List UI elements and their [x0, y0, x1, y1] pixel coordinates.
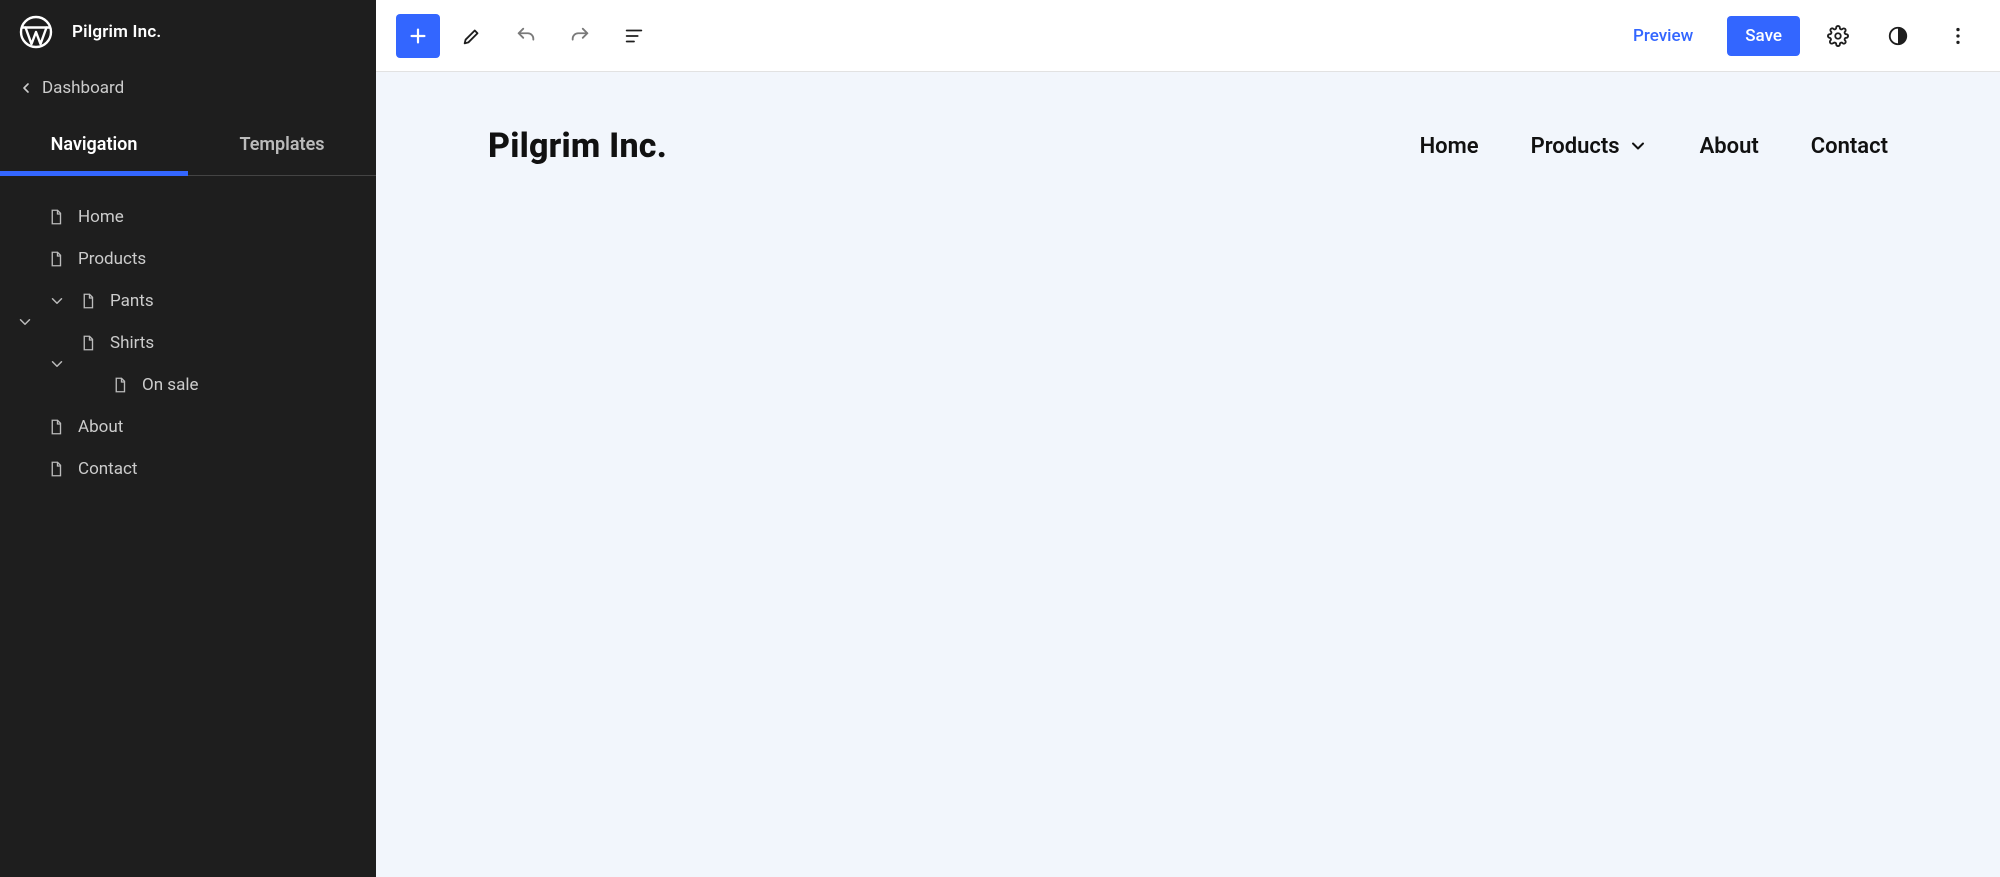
settings-button[interactable] — [1816, 14, 1860, 58]
navlink-about[interactable]: About — [1700, 134, 1759, 159]
save-button[interactable]: Save — [1727, 16, 1800, 56]
toolbar-left — [396, 14, 656, 58]
app-sidebar: Pilgrim Inc. Dashboard Navigation Templa… — [0, 0, 376, 877]
redo-icon — [569, 25, 591, 47]
preview-button[interactable]: Preview — [1615, 16, 1711, 56]
save-label: Save — [1745, 26, 1782, 46]
page-icon — [46, 250, 66, 268]
chevron-down-icon[interactable] — [40, 292, 74, 310]
editor-canvas[interactable]: Pilgrim Inc. Home Products About Contact — [376, 72, 2000, 877]
tab-templates-label: Templates — [239, 134, 324, 155]
back-to-dashboard[interactable]: Dashboard — [0, 64, 376, 112]
nav-item-contact[interactable]: Contact — [8, 448, 368, 490]
navlink-label: Home — [1420, 134, 1479, 159]
site-title[interactable]: Pilgrim Inc. — [488, 126, 667, 166]
sidebar-header: Pilgrim Inc. — [0, 0, 376, 64]
editor-toolbar: Preview Save — [376, 0, 2000, 72]
list-view-button[interactable] — [612, 14, 656, 58]
tab-templates[interactable]: Templates — [188, 112, 376, 175]
page-icon — [78, 334, 98, 352]
page-icon — [78, 292, 98, 310]
add-block-button[interactable] — [396, 14, 440, 58]
navlink-label: Contact — [1811, 134, 1888, 159]
nav-item-label: Products — [78, 249, 146, 269]
chevron-down-icon — [1628, 136, 1648, 156]
gear-icon — [1827, 25, 1849, 47]
navlink-contact[interactable]: Contact — [1811, 134, 1888, 159]
half-circle-icon — [1887, 25, 1909, 47]
plus-icon — [407, 25, 429, 47]
nav-item-products[interactable]: Products — [8, 238, 368, 280]
wordpress-logo-icon[interactable] — [18, 14, 54, 50]
nav-item-label: Shirts — [110, 333, 154, 353]
nav-item-label: About — [78, 417, 123, 437]
page-icon — [110, 376, 130, 394]
pencil-icon — [461, 25, 483, 47]
tab-navigation[interactable]: Navigation — [0, 112, 188, 175]
back-label: Dashboard — [42, 78, 124, 98]
nav-item-label: Pants — [110, 291, 154, 311]
page-icon — [46, 418, 66, 436]
chevron-left-icon — [18, 80, 34, 96]
more-options-button[interactable] — [1936, 14, 1980, 58]
nav-item-label: Contact — [78, 459, 137, 479]
navlink-label: Products — [1531, 134, 1620, 159]
site-header-block[interactable]: Pilgrim Inc. Home Products About Contact — [488, 126, 1888, 166]
nav-item-label: On sale — [142, 375, 198, 395]
editor-main: Preview Save Pilgrim Inc. Home — [376, 0, 2000, 877]
redo-button[interactable] — [558, 14, 602, 58]
navlink-home[interactable]: Home — [1420, 134, 1479, 159]
navigation-tree: Home Products — [0, 176, 376, 877]
undo-icon — [515, 25, 537, 47]
undo-button[interactable] — [504, 14, 548, 58]
site-navigation-block[interactable]: Home Products About Contact — [1420, 134, 1888, 159]
page-icon — [46, 208, 66, 226]
nav-item-on-sale[interactable]: On sale — [8, 364, 368, 406]
tab-navigation-label: Navigation — [51, 134, 138, 155]
nav-item-home[interactable]: Home — [8, 196, 368, 238]
tools-button[interactable] — [450, 14, 494, 58]
more-vertical-icon — [1947, 25, 1969, 47]
styles-button[interactable] — [1876, 14, 1920, 58]
list-view-icon — [623, 25, 645, 47]
preview-label: Preview — [1633, 26, 1693, 46]
sidebar-tabs: Navigation Templates — [0, 112, 376, 176]
navlink-products[interactable]: Products — [1531, 134, 1648, 159]
nav-item-label: Home — [78, 207, 124, 227]
page-icon — [46, 460, 66, 478]
site-name: Pilgrim Inc. — [72, 22, 161, 42]
nav-item-about[interactable]: About — [8, 406, 368, 448]
navlink-label: About — [1700, 134, 1759, 159]
